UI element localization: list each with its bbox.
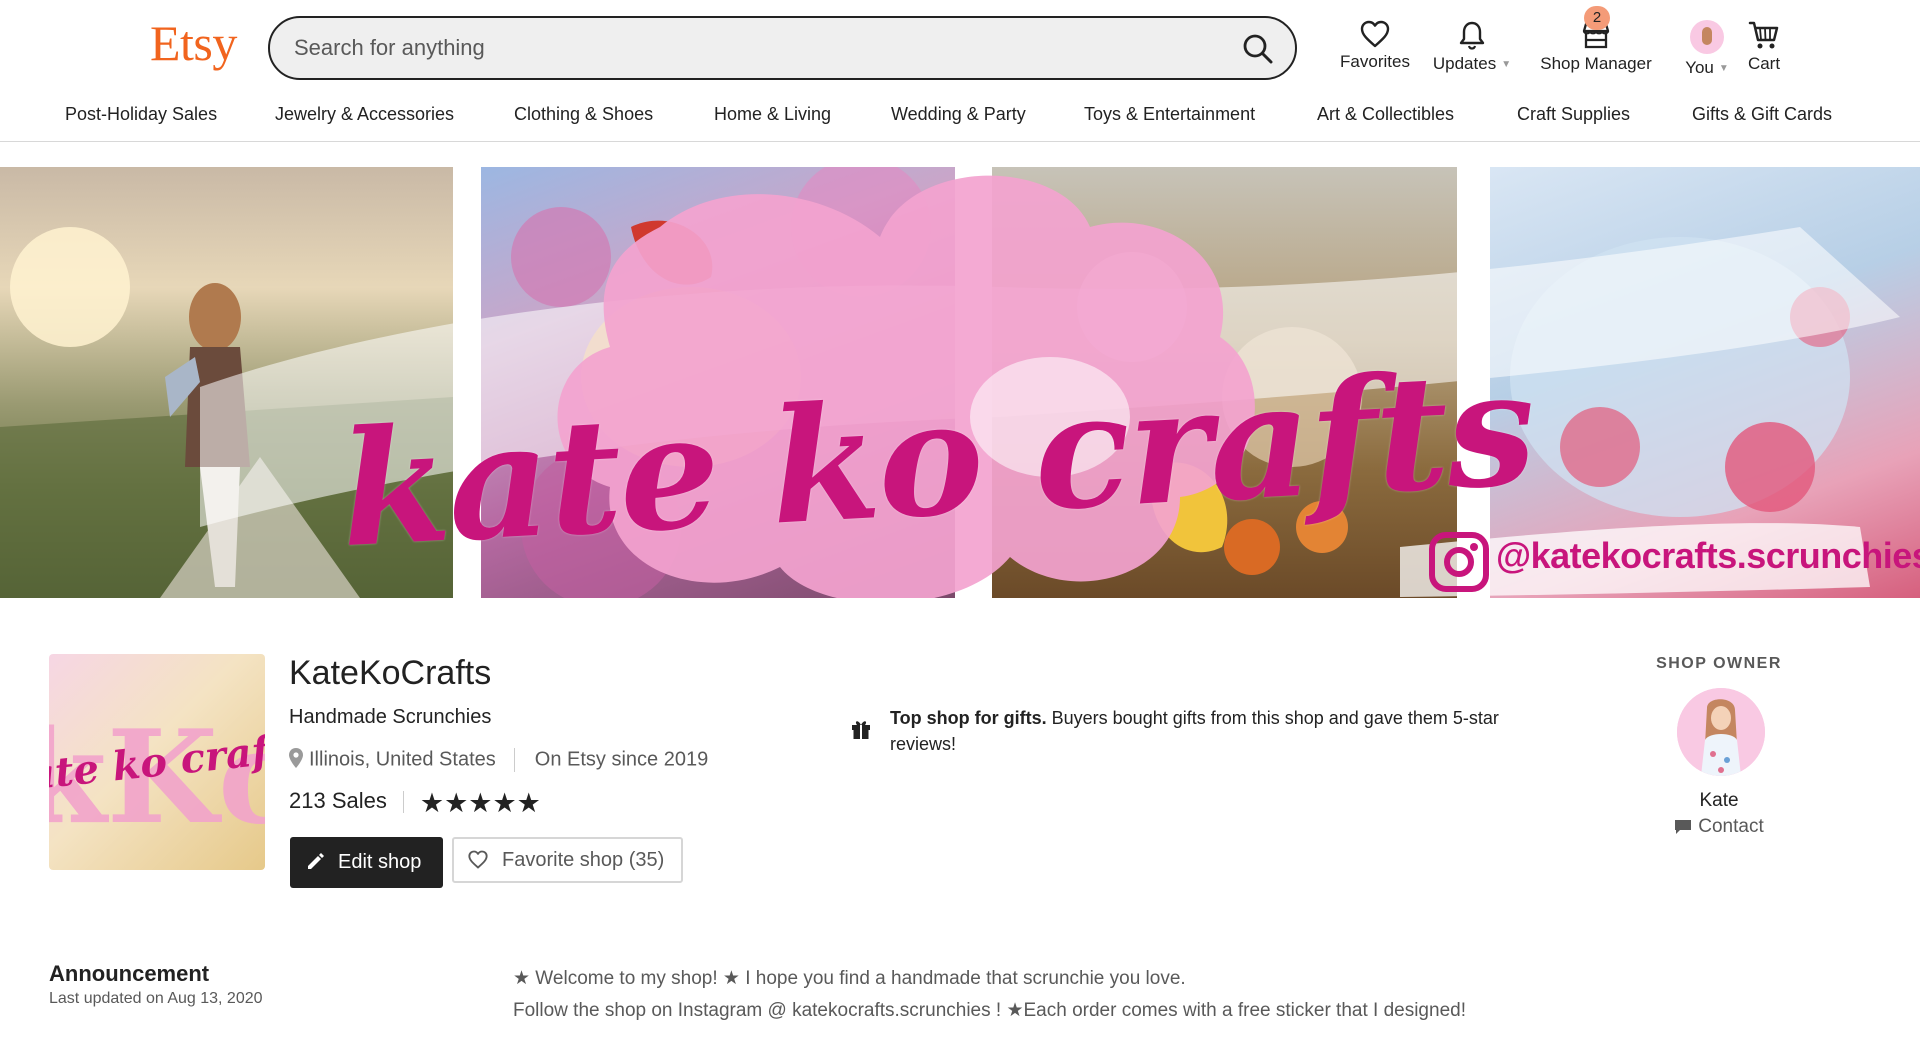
owner-avatar-art (1677, 688, 1765, 776)
shop-logo: kKc kate ko crafts (49, 654, 265, 870)
category-nav: Post-Holiday Sales Jewelry & Accessories… (0, 100, 1920, 140)
shop-logo-art: kKc kate ko crafts (49, 654, 265, 870)
you-label: You (1685, 58, 1714, 77)
avatar (1690, 20, 1724, 54)
cart-link[interactable]: Cart (1724, 14, 1804, 84)
announcement-updated: Last updated on Aug 13, 2020 (49, 990, 263, 1007)
announcement-heading: Announcement (49, 961, 210, 986)
shop-manager-label: Shop Manager (1540, 54, 1652, 73)
shop-tagline: Handmade Scrunchies (289, 706, 492, 728)
instagram-handle: @katekocrafts.scrunchies (1496, 535, 1920, 576)
cart-icon (1748, 21, 1779, 49)
cart-label: Cart (1747, 54, 1781, 73)
category-link[interactable]: Craft Supplies (1517, 104, 1630, 125)
shop-stats: 213 Sales ★★★★★ (289, 788, 541, 819)
site-header: Etsy Favorites Updates ▼ 2 (0, 0, 1920, 142)
favorites-link[interactable]: Favorites (1330, 14, 1420, 84)
star-rating[interactable]: ★★★★★ (420, 788, 541, 819)
shop-manager-link[interactable]: 2 Shop Manager (1516, 6, 1676, 84)
category-link[interactable]: Wedding & Party (891, 104, 1026, 125)
contact-label: Contact (1698, 816, 1764, 837)
owner-name[interactable]: Kate (1619, 790, 1819, 812)
notification-badge: 2 (1584, 6, 1610, 30)
bell-icon (1459, 21, 1485, 50)
updates-label: Updates (1432, 54, 1497, 73)
instagram-icon (1429, 532, 1489, 592)
announcement-text: Follow the shop on Instagram @ katekocra… (513, 1000, 1466, 1021)
updates-link[interactable]: Updates ▼ (1418, 14, 1526, 84)
shop-name: KateKoCrafts (289, 654, 492, 692)
heart-icon (1360, 20, 1390, 48)
pencil-icon (308, 853, 324, 869)
shop-banner: kate ko crafts @katekocrafts.scrunchies (0, 167, 1920, 598)
sales-count[interactable]: 213 Sales (289, 788, 387, 813)
category-link[interactable]: Home & Living (714, 104, 831, 125)
shop-location: Illinois, United States (309, 748, 496, 771)
message-icon (1675, 820, 1692, 834)
search-input[interactable] (294, 28, 1214, 68)
category-link[interactable]: Art & Collectibles (1317, 104, 1454, 125)
search-bar (268, 16, 1297, 80)
category-link[interactable]: Post-Holiday Sales (65, 104, 217, 125)
gift-note-title: Top shop for gifts. (890, 708, 1047, 728)
shop-meta: Illinois, United States On Etsy since 201… (289, 748, 708, 772)
chevron-down-icon: ▼ (1501, 59, 1512, 71)
top-shop-gifts-note: Top shop for gifts. Buyers bought gifts … (890, 705, 1505, 757)
heart-icon (468, 850, 488, 869)
category-link[interactable]: Gifts & Gift Cards (1692, 104, 1832, 125)
divider (513, 748, 515, 772)
search-icon (1243, 34, 1273, 64)
gift-icon (852, 721, 870, 739)
edit-shop-button[interactable]: Edit shop (290, 837, 443, 888)
search-button[interactable] (1239, 30, 1277, 68)
announcement-text: ★ Welcome to my shop! ★ I hope you find … (513, 968, 1186, 989)
contact-owner-link[interactable]: Contact (1619, 816, 1819, 838)
edit-shop-label: Edit shop (338, 851, 422, 873)
category-link[interactable]: Toys & Entertainment (1084, 104, 1255, 125)
location-pin-icon (289, 748, 303, 769)
divider (402, 791, 404, 814)
shop-since: On Etsy since 2019 (534, 748, 709, 771)
favorite-shop-button[interactable]: Favorite shop (35) (452, 837, 683, 883)
favorites-label: Favorites (1340, 52, 1410, 71)
category-link[interactable]: Jewelry & Accessories (275, 104, 454, 125)
favorite-shop-label: Favorite shop (35) (502, 848, 665, 871)
owner-avatar[interactable] (1677, 688, 1765, 776)
category-link[interactable]: Clothing & Shoes (514, 104, 653, 125)
shop-owner-heading: SHOP OWNER (1656, 655, 1782, 672)
etsy-logo[interactable]: Etsy (150, 14, 237, 72)
